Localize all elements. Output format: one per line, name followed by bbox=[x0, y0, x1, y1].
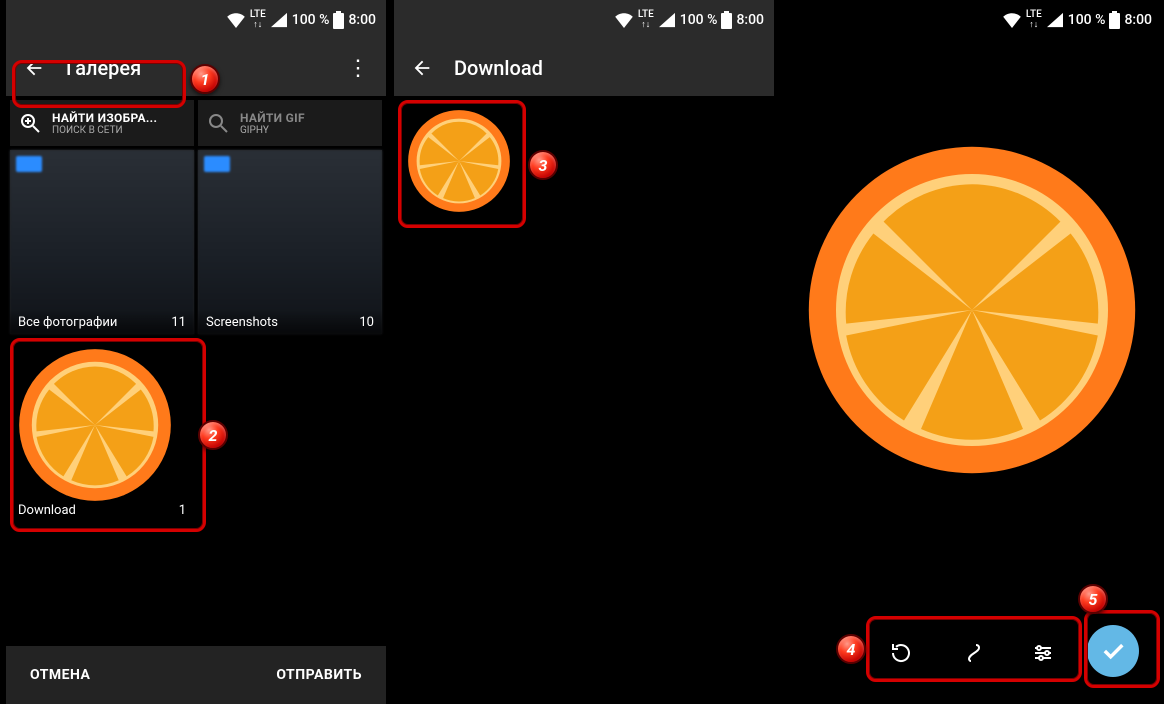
rotate-button[interactable] bbox=[889, 641, 913, 665]
search-gif-icon bbox=[206, 111, 230, 135]
battery-percent: 100 % bbox=[1068, 12, 1106, 28]
confirm-button[interactable] bbox=[1078, 616, 1148, 686]
clock: 8:00 bbox=[736, 12, 764, 28]
search-image-icon bbox=[18, 111, 42, 135]
bottom-action-bar: ОТМЕНА ОТПРАВИТЬ bbox=[6, 646, 386, 704]
back-button[interactable] bbox=[402, 48, 442, 88]
gallery-grid: НАЙТИ ИЗОБРА... ПОИСК В СЕТИ НАЙТИ GIF G… bbox=[6, 96, 386, 526]
album-name: Все фотографии bbox=[18, 315, 117, 330]
app-bar: Download bbox=[394, 40, 774, 96]
clock: 8:00 bbox=[1124, 12, 1152, 28]
search-images-title: НАЙТИ ИЗОБРА... bbox=[52, 111, 157, 125]
album-all-photos[interactable]: Все фотографии 11 bbox=[10, 150, 194, 334]
search-images-subtitle: ПОИСК В СЕТИ bbox=[52, 125, 157, 136]
wifi-icon bbox=[226, 12, 246, 28]
status-bar: LTE↑↓ 100 % 8:00 bbox=[782, 0, 1162, 40]
orange-image-icon bbox=[16, 346, 174, 504]
app-bar: Галерея ⋮ bbox=[6, 40, 386, 96]
album-name: Screenshots bbox=[206, 315, 278, 330]
network-type: LTE↑↓ bbox=[1026, 10, 1042, 30]
signal-icon bbox=[270, 12, 288, 28]
page-title: Галерея bbox=[66, 56, 338, 80]
cancel-button[interactable]: ОТМЕНА bbox=[30, 667, 90, 683]
editor-toolbar bbox=[866, 624, 1078, 682]
wifi-icon bbox=[1002, 12, 1022, 28]
clock: 8:00 bbox=[348, 12, 376, 28]
battery-percent: 100 % bbox=[680, 12, 718, 28]
signal-icon bbox=[658, 12, 676, 28]
network-type: LTE↑↓ bbox=[250, 10, 266, 30]
status-bar: LTE↑↓ 100 % 8:00 bbox=[6, 0, 386, 40]
search-gif-title: НАЙТИ GIF bbox=[240, 111, 305, 125]
network-type: LTE↑↓ bbox=[638, 10, 654, 30]
album-count: 10 bbox=[359, 315, 374, 330]
battery-icon bbox=[721, 11, 732, 29]
back-button[interactable] bbox=[14, 48, 54, 88]
album-count: 1 bbox=[179, 503, 186, 518]
screen-folder: LTE↑↓ 100 % 8:00 Download bbox=[394, 0, 774, 704]
send-button[interactable]: ОТПРАВИТЬ bbox=[276, 667, 362, 683]
image-grid bbox=[394, 96, 774, 226]
search-images-tile[interactable]: НАЙТИ ИЗОБРА... ПОИСК В СЕТИ bbox=[10, 100, 194, 146]
search-gif-subtitle: GIPHY bbox=[240, 125, 305, 136]
album-download[interactable]: Download 1 bbox=[10, 338, 194, 522]
album-screenshots[interactable]: Screenshots 10 bbox=[198, 150, 382, 334]
album-name: Download bbox=[18, 503, 76, 518]
orange-image-icon bbox=[802, 140, 1142, 480]
overflow-menu-icon[interactable]: ⋮ bbox=[338, 48, 378, 88]
status-bar: LTE↑↓ 100 % 8:00 bbox=[394, 0, 774, 40]
wifi-icon bbox=[614, 12, 634, 28]
check-icon bbox=[1099, 637, 1127, 665]
battery-percent: 100 % bbox=[292, 12, 330, 28]
battery-icon bbox=[1109, 11, 1120, 29]
orange-image-icon bbox=[406, 108, 512, 214]
album-count: 11 bbox=[171, 315, 186, 330]
screen-gallery: LTE↑↓ 100 % 8:00 Галерея ⋮ НАЙТИ ИЗОБРА.… bbox=[6, 0, 386, 704]
battery-icon bbox=[333, 11, 344, 29]
search-gif-tile[interactable]: НАЙТИ GIF GIPHY bbox=[198, 100, 382, 146]
filters-button[interactable] bbox=[1031, 641, 1055, 665]
draw-button[interactable] bbox=[960, 641, 984, 665]
screen-editor: LTE↑↓ 100 % 8:00 bbox=[782, 0, 1162, 704]
image-preview[interactable] bbox=[802, 140, 1142, 480]
signal-icon bbox=[1046, 12, 1064, 28]
image-thumbnail[interactable] bbox=[400, 102, 518, 220]
page-title: Download bbox=[454, 56, 766, 80]
